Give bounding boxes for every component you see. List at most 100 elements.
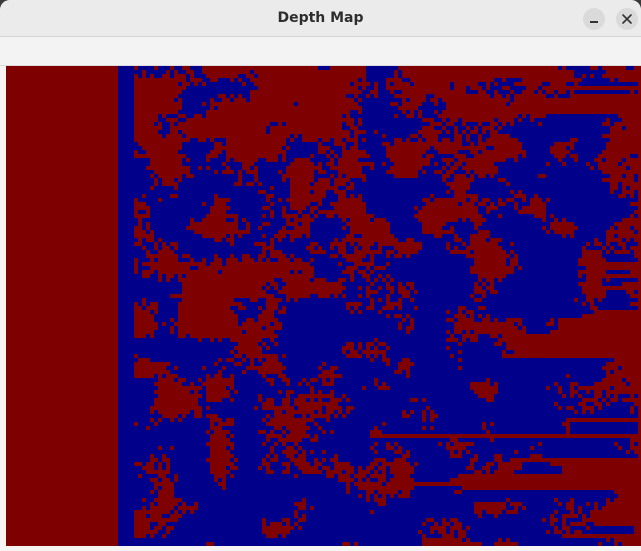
depth-region-far xyxy=(270,414,274,418)
depth-region-far xyxy=(566,162,586,166)
depth-region-far xyxy=(410,474,458,478)
depth-region-far xyxy=(482,510,486,514)
depth-region-far xyxy=(330,418,422,422)
close-button[interactable] xyxy=(616,8,638,30)
depth-region-far xyxy=(322,162,326,166)
depth-region-far xyxy=(378,470,382,474)
depth-region-far xyxy=(370,498,374,502)
depth-region-far xyxy=(238,226,246,230)
depth-region-far xyxy=(342,126,350,130)
depth-region-far xyxy=(162,462,166,466)
depth-region-far xyxy=(314,246,318,250)
depth-region-far xyxy=(198,390,206,394)
depth-region-far xyxy=(242,94,250,98)
depth-region-far xyxy=(150,522,158,526)
depth-region-far xyxy=(118,446,158,450)
depth-region-far xyxy=(474,174,478,178)
depth-region-far xyxy=(558,94,570,98)
minimize-button[interactable] xyxy=(583,8,605,30)
depth-region-far xyxy=(478,206,486,210)
depth-region-far xyxy=(194,382,202,386)
depth-region-far xyxy=(366,78,386,82)
depth-region-far xyxy=(146,230,150,234)
depth-region-far xyxy=(390,82,394,86)
depth-region-far xyxy=(566,518,582,522)
depth-region-far xyxy=(342,114,346,118)
depth-region-far xyxy=(326,170,338,174)
depth-region-far xyxy=(242,182,246,186)
depth-region-far xyxy=(602,158,606,162)
title-bar[interactable]: Depth Map xyxy=(0,0,641,37)
depth-region-far xyxy=(254,318,258,322)
depth-region-far xyxy=(266,458,270,462)
depth-region-far xyxy=(182,106,210,110)
depth-region-far xyxy=(270,122,278,126)
depth-region-far xyxy=(358,158,390,162)
depth-region-far xyxy=(418,206,422,210)
depth-region-far xyxy=(574,506,578,510)
depth-region-far xyxy=(242,170,246,174)
depth-region-far xyxy=(118,450,210,454)
depth-region-far xyxy=(138,150,146,154)
depth-region-far xyxy=(246,82,254,86)
depth-region-far xyxy=(218,414,266,418)
depth-region-far xyxy=(174,178,178,182)
depth-region-far xyxy=(326,250,338,254)
depth-region-far xyxy=(302,210,310,214)
depth-region-far xyxy=(150,214,206,218)
depth-region-far xyxy=(202,378,206,382)
depth-region-far xyxy=(350,114,394,118)
depth-region-far xyxy=(262,398,266,402)
depth-region-far xyxy=(290,530,418,534)
depth-region-far xyxy=(306,206,310,210)
depth-region-far xyxy=(366,86,374,90)
depth-region-far xyxy=(634,178,638,182)
depth-region-far xyxy=(586,514,590,518)
depth-region-far xyxy=(506,502,510,506)
depth-region-far xyxy=(310,190,314,194)
depth-region-far xyxy=(238,318,246,322)
depth-region-far xyxy=(438,98,442,102)
depth-region-far xyxy=(362,494,366,498)
depth-region-far xyxy=(402,138,406,142)
depth-region-far xyxy=(494,162,546,166)
depth-region-far xyxy=(486,146,494,150)
depth-region-far xyxy=(538,194,618,198)
depth-region-far xyxy=(182,174,186,178)
depth-region-far xyxy=(206,366,222,370)
depth-region-far xyxy=(118,370,134,374)
depth-region-far xyxy=(294,406,298,410)
depth-region-far xyxy=(418,462,470,466)
depth-region-far xyxy=(346,226,350,230)
depth-region-far xyxy=(274,294,286,298)
depth-region-far xyxy=(158,530,166,534)
depth-region-far xyxy=(282,170,286,174)
depth-region-far xyxy=(370,354,374,358)
depth-region-far xyxy=(522,190,610,194)
depth-region-far xyxy=(518,202,530,206)
depth-region-far xyxy=(142,238,146,242)
depth-region-far xyxy=(118,242,134,246)
depth-region-far xyxy=(146,302,150,306)
depth-region-far xyxy=(118,462,134,466)
depth-region-far xyxy=(602,250,606,254)
depth-region-far xyxy=(118,238,138,242)
depth-region-far xyxy=(118,118,134,122)
depth-region-far xyxy=(182,418,210,422)
depth-region-far xyxy=(118,266,134,270)
depth-region-far xyxy=(226,234,230,238)
depth-region-far xyxy=(274,310,278,314)
depth-map-canvas[interactable] xyxy=(6,66,641,546)
depth-region-far xyxy=(314,270,342,274)
depth-region-far xyxy=(390,358,402,362)
depth-region-far xyxy=(514,322,518,326)
depth-region-far xyxy=(118,258,134,262)
depth-region-far xyxy=(498,382,554,386)
depth-region-far xyxy=(426,534,442,538)
depth-region-far xyxy=(458,202,462,206)
depth-region-far xyxy=(414,282,474,286)
depth-region-far xyxy=(234,350,238,354)
depth-region-far xyxy=(418,290,474,294)
depth-region-far xyxy=(506,122,510,126)
depth-region-far xyxy=(466,130,470,134)
